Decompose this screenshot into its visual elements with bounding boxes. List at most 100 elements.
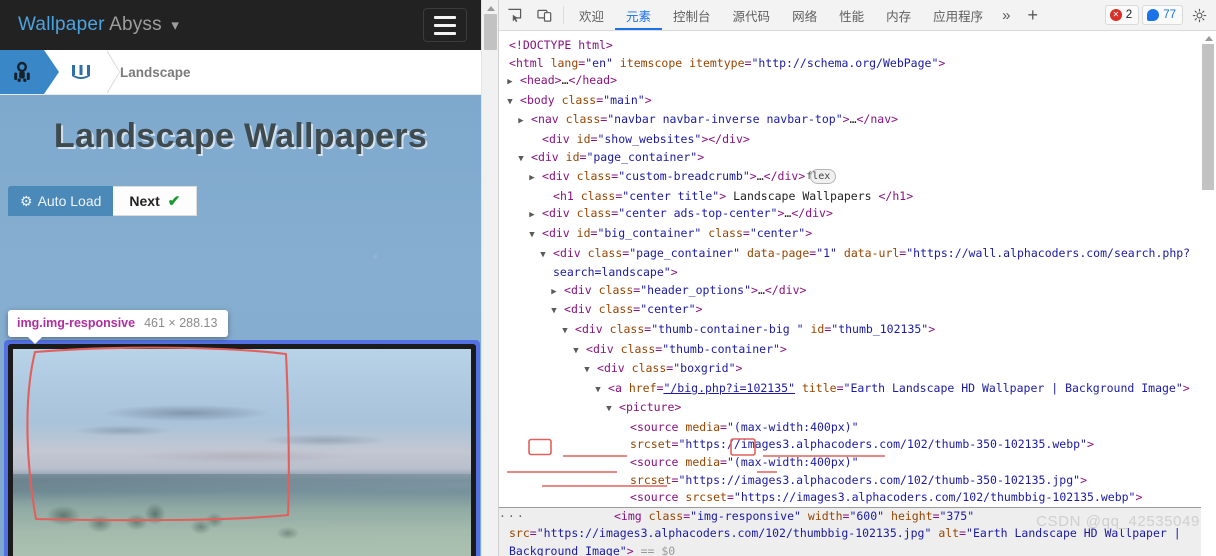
dom-node-row[interactable]: ▼ <div class="boxgrid"> [499,360,1216,380]
dom-token-attr: class [565,112,601,127]
dom-node-row[interactable]: <!DOCTYPE html> [499,37,1216,55]
dom-node-row[interactable]: ▼ <a href="/big.php?i=102135" title="Eart… [499,380,1216,400]
tab-network[interactable]: 网络 [781,0,828,30]
page-title: Landscape Wallpapers [53,117,428,155]
settings-gear-icon[interactable] [1186,8,1212,23]
dom-node-row[interactable]: ▼ <div class="thumb-container-big " id="t… [499,321,1216,341]
disclosure-triangle-icon[interactable]: ▼ [595,382,608,400]
dom-node-row[interactable]: <source media="(max-width:400px)" srcset… [499,454,1216,489]
dom-token-sp [642,509,649,523]
scroll-up-arrow-icon[interactable] [487,6,495,11]
disclosure-triangle-icon[interactable]: ▼ [573,343,586,361]
error-count-badge[interactable]: 2 [1104,5,1140,25]
disclosure-triangle-icon[interactable]: ▼ [540,247,553,265]
disclosure-triangle-icon[interactable]: ▶ [507,74,520,92]
disclosure-triangle-icon[interactable]: ▼ [507,94,520,112]
devtools-vertical-scrollbar[interactable] [1201,31,1216,556]
tab-console[interactable]: 控制台 [662,0,722,30]
dom-token-punc: > [798,169,806,184]
dom-token-sp [559,112,566,126]
tab-application[interactable]: 应用程序 [922,0,994,30]
page-vertical-scrollbar[interactable] [481,0,498,556]
browser-page-pane: Wallpaper Abyss ▾ Landscape Landscape Wa… [0,0,498,556]
dom-token-val: "thumb-container" [662,341,780,356]
info-count-badge[interactable]: 77 [1142,5,1183,25]
disclosure-triangle-icon[interactable]: ▶ [529,170,542,188]
dom-node-row[interactable]: ▼ <div class="center"> [499,301,1216,321]
dom-token-punc: < [509,55,516,70]
dom-token-punc: > [644,92,652,107]
dom-token-punc: < [564,302,571,317]
tab-performance[interactable]: 性能 [828,0,875,30]
dom-node-row[interactable]: ▶ <div class="custom-breadcrumb">…</div>f… [499,168,1216,188]
tab-elements[interactable]: 元素 [615,0,662,30]
dom-token-punc: = [529,526,537,541]
dom-node-row[interactable]: ▼ <div class="thumb-container"> [499,341,1216,361]
dom-token-attr: height [891,508,933,523]
scroll-up-arrow-icon[interactable] [1205,36,1213,41]
dom-token-punc: < [531,112,538,127]
scrollbar-thumb[interactable] [1202,44,1214,190]
dom-token-sp [559,150,566,164]
dom-token-punc: = [959,526,967,541]
tab-welcome[interactable]: 欢迎 [568,0,615,30]
dom-node-row[interactable]: <source media="(max-width:400px)" srcset… [499,419,1216,454]
next-button[interactable]: Next ✔ [113,186,198,216]
devtools-panel: 欢迎 元素 控制台 源代码 网络 性能 内存 应用程序 » + 2 77 [498,0,1216,556]
dom-token-punc: < [575,321,582,336]
dom-token-sp [859,455,866,469]
tab-memory[interactable]: 内存 [875,0,922,30]
breadcrumb-section-icon[interactable] [44,50,120,94]
dom-token-attr: media [685,455,721,470]
dom-node-row[interactable]: ▼ <div id="page_container"> [499,149,1216,169]
inspect-element-icon[interactable] [499,0,529,30]
dom-node-row[interactable]: <source srcset="https://images3.alphacod… [499,489,1216,507]
dom-token-tag: div [537,149,559,164]
tab-sources[interactable]: 源代码 [722,0,782,30]
flex-badge[interactable]: flex [806,169,837,185]
dom-token-punc: = [742,225,750,240]
auto-load-button[interactable]: ⚙ Auto Load [8,186,114,216]
info-count: 77 [1163,9,1176,21]
dom-tree[interactable]: <!DOCTYPE html> <html lang="en" itemscope… [499,31,1216,556]
dom-token-val: "https://images3.alphacoders.com/102/thu… [678,437,1087,452]
dom-node-row[interactable]: <html lang="en" itemscope itemtype="http… [499,55,1216,73]
device-toolbar-icon[interactable] [529,0,559,30]
dom-node-row[interactable]: ▶ <div class="center ads-top-center">…</d… [499,205,1216,225]
add-panel-icon[interactable]: + [1018,0,1047,30]
dom-node-row[interactable]: ▼ <picture> [499,399,1216,419]
disclosure-triangle-icon[interactable]: ▶ [518,113,531,131]
dom-node-row[interactable]: <div id="show_websites"></div> [499,131,1216,149]
site-brand[interactable]: Wallpaper Abyss ▾ [18,14,179,36]
dom-token-tag: div [603,361,625,376]
dom-node-row-selected[interactable]: ··· <img class = "img-responsive" width = "6… [499,506,1216,556]
dom-node-row[interactable]: <h1 class="center title"> Landscape Wall… [499,188,1216,206]
hamburger-icon[interactable] [423,8,467,42]
scrollbar-thumb[interactable] [484,14,497,50]
dom-token-sp [555,93,562,107]
dom-token-txt: Landscape Wallpapers [726,188,879,203]
disclosure-triangle-icon[interactable]: ▼ [584,362,597,380]
dom-node-row[interactable]: ▼ <body class="main"> [499,92,1216,112]
dom-tree-container[interactable]: <!DOCTYPE html> <html lang="en" itemscope… [499,31,1216,556]
dom-node-row[interactable]: ▶ <nav class="navbar navbar-inverse navba… [499,111,1216,131]
disclosure-triangle-icon[interactable]: ▼ [518,151,531,169]
dom-token-link[interactable]: "/big.php?i=102135" [663,381,795,395]
chevron-down-icon[interactable]: ▾ [171,17,179,34]
dom-node-row[interactable]: ▶ <head>…</head> [499,72,1216,92]
dom-indent-spacer [535,509,604,523]
disclosure-triangle-icon[interactable]: ▼ [551,303,564,321]
more-tabs-icon[interactable]: » [994,0,1018,30]
breadcrumb-home-icon[interactable] [0,50,59,94]
disclosure-triangle-icon[interactable]: ▶ [529,207,542,225]
wallpaper-thumbnail[interactable]: 1920x1200 - Earth - Landscape [4,340,480,556]
disclosure-triangle-icon[interactable]: ▼ [529,227,542,245]
dom-node-row[interactable]: ▼ <div id="big_container" class="center"> [499,225,1216,245]
disclosure-triangle-icon[interactable]: ▶ [551,284,564,302]
disclosure-triangle-icon[interactable]: ▼ [562,323,575,341]
disclosure-triangle-icon[interactable]: ▼ [606,401,619,419]
dom-node-row[interactable]: ▶ <div class="header_options">…</div> [499,282,1216,302]
dom-node-row[interactable]: ▼ <div class="page_container" data-page="… [499,245,1216,282]
dom-token-tag: source [636,455,679,470]
dom-token-punc: < [542,131,549,146]
